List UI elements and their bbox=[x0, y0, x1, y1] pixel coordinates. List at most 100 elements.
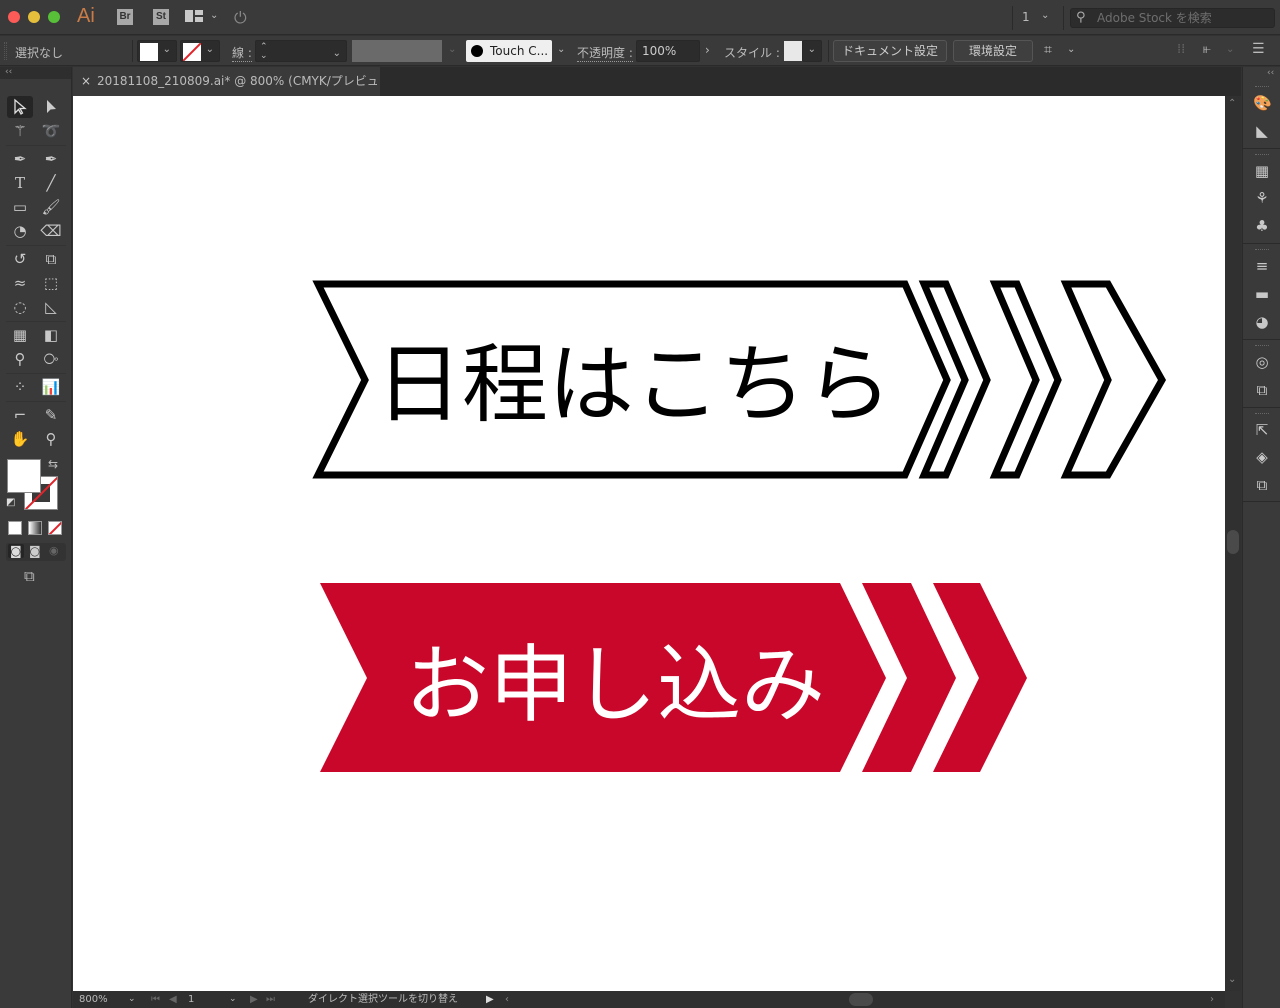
artboard-tool[interactable]: ⌐ bbox=[7, 404, 33, 426]
layers-icon[interactable]: ◈ bbox=[1253, 448, 1271, 466]
opacity-label[interactable]: 不透明度 : bbox=[577, 44, 633, 62]
eyedropper-tool[interactable]: ⚲ bbox=[7, 348, 33, 370]
chevron-down-icon[interactable]: ⌄ bbox=[1067, 44, 1075, 55]
chevron-right-icon[interactable]: › bbox=[705, 43, 710, 57]
chevron-down-icon[interactable]: ⌄ bbox=[210, 10, 218, 21]
slice-tool[interactable]: ✎ bbox=[38, 404, 64, 426]
lasso-tool[interactable]: ➰ bbox=[38, 120, 64, 142]
direct-selection-tool[interactable] bbox=[38, 96, 64, 118]
transform-panel-icon[interactable]: ⧉ bbox=[1253, 381, 1271, 399]
line-segment-tool[interactable]: ╱ bbox=[38, 172, 64, 194]
curvature-tool[interactable]: ✒ bbox=[38, 148, 64, 170]
style-dropdown[interactable]: ⌄ bbox=[802, 40, 822, 62]
stock-button[interactable]: St bbox=[153, 9, 169, 25]
free-transform-tool[interactable]: ⬚ bbox=[38, 272, 64, 294]
swatches-icon[interactable]: ▦ bbox=[1253, 162, 1271, 180]
draw-behind-icon[interactable]: ◙ bbox=[29, 544, 41, 558]
paintbrush-tool[interactable]: 🖌 bbox=[38, 196, 64, 218]
align-icon[interactable]: ⫦ bbox=[1203, 41, 1211, 57]
schedule-banner[interactable]: 日程はこちら bbox=[312, 280, 1167, 479]
eraser-tool[interactable]: ⌫ bbox=[38, 220, 64, 242]
scroll-right-icon[interactable]: › bbox=[1210, 991, 1214, 1008]
chevron-down-icon[interactable]: ⌄ bbox=[229, 991, 237, 1008]
opacity-input[interactable]: 100% bbox=[636, 40, 700, 62]
select-similar-icon[interactable]: ⌗ bbox=[1044, 42, 1052, 58]
default-fill-stroke-icon[interactable]: ◩ bbox=[6, 497, 15, 508]
blend-tool[interactable]: ⧂ bbox=[38, 348, 64, 370]
fill-color-swatch[interactable] bbox=[7, 459, 41, 493]
export-icon[interactable]: ⇱ bbox=[1253, 421, 1271, 439]
chevron-down-icon[interactable]: ⌄ bbox=[1041, 10, 1049, 21]
color-guide-icon[interactable]: ◣ bbox=[1253, 122, 1271, 140]
zoom-level-input[interactable]: 800% bbox=[79, 991, 129, 1008]
workspace-layout-icon[interactable] bbox=[185, 10, 203, 22]
magic-wand-tool[interactable]: ⚚ bbox=[7, 120, 33, 142]
horizontal-scroll-thumb[interactable] bbox=[849, 993, 873, 1006]
stepper-down-icon[interactable]: ⌄ bbox=[260, 46, 268, 66]
color-palette-icon[interactable]: 🎨 bbox=[1253, 94, 1272, 112]
artboard-canvas[interactable]: 日程はこちら お申し込み bbox=[73, 96, 1225, 991]
stroke-label[interactable]: 線 : bbox=[232, 44, 252, 62]
window-maximize-button[interactable] bbox=[48, 11, 60, 23]
column-graph-tool[interactable]: 📊 bbox=[38, 376, 64, 398]
gradient-panel-icon[interactable]: ▬ bbox=[1253, 285, 1271, 303]
width-tool[interactable]: ≈ bbox=[7, 272, 33, 294]
adobe-stock-search-input[interactable]: ⚲ Adobe Stock を検索 bbox=[1070, 8, 1275, 28]
fill-color-dropdown[interactable]: ⌄ bbox=[137, 40, 177, 62]
previous-artboard-icon[interactable]: ◀ bbox=[169, 991, 177, 1008]
chevron-down-icon[interactable]: ⌄ bbox=[557, 44, 565, 55]
draw-inside-icon[interactable]: ◉ bbox=[49, 544, 59, 557]
none-mode-button[interactable] bbox=[48, 521, 62, 535]
gradient-tool[interactable]: ◧ bbox=[38, 324, 64, 346]
close-tab-icon[interactable]: × bbox=[81, 67, 91, 96]
gradient-mode-button[interactable] bbox=[28, 521, 42, 535]
gpu-performance-icon[interactable]: ⏻ bbox=[234, 8, 247, 28]
selection-tool[interactable] bbox=[7, 96, 33, 118]
symbols-club-icon[interactable]: ♣ bbox=[1253, 217, 1271, 235]
variable-width-profile[interactable] bbox=[352, 40, 442, 62]
swap-fill-stroke-icon[interactable]: ⇆ bbox=[48, 457, 58, 471]
rectangle-tool[interactable]: ▭ bbox=[7, 196, 33, 218]
type-tool[interactable]: T bbox=[7, 172, 33, 194]
last-artboard-icon[interactable]: ⏭ bbox=[266, 991, 275, 1008]
perspective-grid-tool[interactable]: ◺ bbox=[38, 296, 64, 318]
brushes-icon[interactable]: ⚘ bbox=[1253, 189, 1271, 207]
bridge-button[interactable]: Br bbox=[117, 9, 133, 25]
chevron-down-icon[interactable]: ⌄ bbox=[128, 991, 136, 1008]
first-artboard-icon[interactable]: ⏮ bbox=[151, 991, 160, 1008]
rotate-tool[interactable]: ↺ bbox=[7, 248, 33, 270]
color-mode-button[interactable] bbox=[8, 521, 22, 535]
status-menu-arrow-icon[interactable]: ▶ bbox=[486, 991, 494, 1008]
preferences-button[interactable]: 環境設定 bbox=[953, 40, 1033, 62]
document-tab[interactable]: × 20181108_210809.ai* @ 800% (CMYK/プレビュー… bbox=[73, 67, 380, 117]
page-selector[interactable]: 1 bbox=[1022, 10, 1030, 24]
next-artboard-icon[interactable]: ▶ bbox=[250, 991, 258, 1008]
hand-tool[interactable]: ✋ bbox=[7, 428, 33, 450]
stroke-weight-input[interactable]: ⌃ ⌄ ⌄ bbox=[255, 40, 347, 62]
chevron-down-icon[interactable]: ⌄ bbox=[333, 44, 341, 64]
document-setup-button[interactable]: ドキュメント設定 bbox=[833, 40, 947, 62]
artboards-icon[interactable]: ⧉ bbox=[1253, 476, 1271, 494]
drag-grip[interactable] bbox=[4, 42, 7, 60]
window-minimize-button[interactable] bbox=[28, 11, 40, 23]
transparency-icon[interactable]: ◕ bbox=[1253, 313, 1271, 331]
collapse-dock-button[interactable]: ‹‹ bbox=[1267, 68, 1274, 78]
artboard-number-input[interactable]: 1 bbox=[188, 991, 228, 1008]
scroll-up-icon[interactable]: ⌃ bbox=[1228, 98, 1236, 109]
vertical-scrollbar[interactable]: ⌃ ⌄ bbox=[1225, 96, 1241, 991]
shaper-tool[interactable]: ◔ bbox=[7, 220, 33, 242]
draw-normal-icon[interactable]: ◙ bbox=[8, 544, 24, 558]
vertical-scroll-thumb[interactable] bbox=[1227, 530, 1239, 554]
stroke-color-dropdown[interactable]: ⌄ bbox=[180, 40, 220, 62]
collapse-toolbar-button[interactable]: ‹‹ bbox=[0, 67, 71, 79]
brush-definition-dropdown[interactable]: Touch C... bbox=[466, 40, 552, 62]
scroll-left-icon[interactable]: ‹ bbox=[505, 991, 509, 1008]
zoom-tool[interactable]: ⚲ bbox=[38, 428, 64, 450]
panel-menu-icon[interactable]: ☰ bbox=[1252, 41, 1265, 57]
window-close-button[interactable] bbox=[8, 11, 20, 23]
appearance-icon[interactable]: ◎ bbox=[1253, 353, 1271, 371]
scale-tool[interactable]: ⧉ bbox=[38, 248, 64, 270]
mesh-tool[interactable]: ▦ bbox=[7, 324, 33, 346]
screen-mode-icon[interactable]: ⧉ bbox=[24, 567, 35, 585]
stroke-panel-icon[interactable]: ≡ bbox=[1253, 257, 1271, 275]
